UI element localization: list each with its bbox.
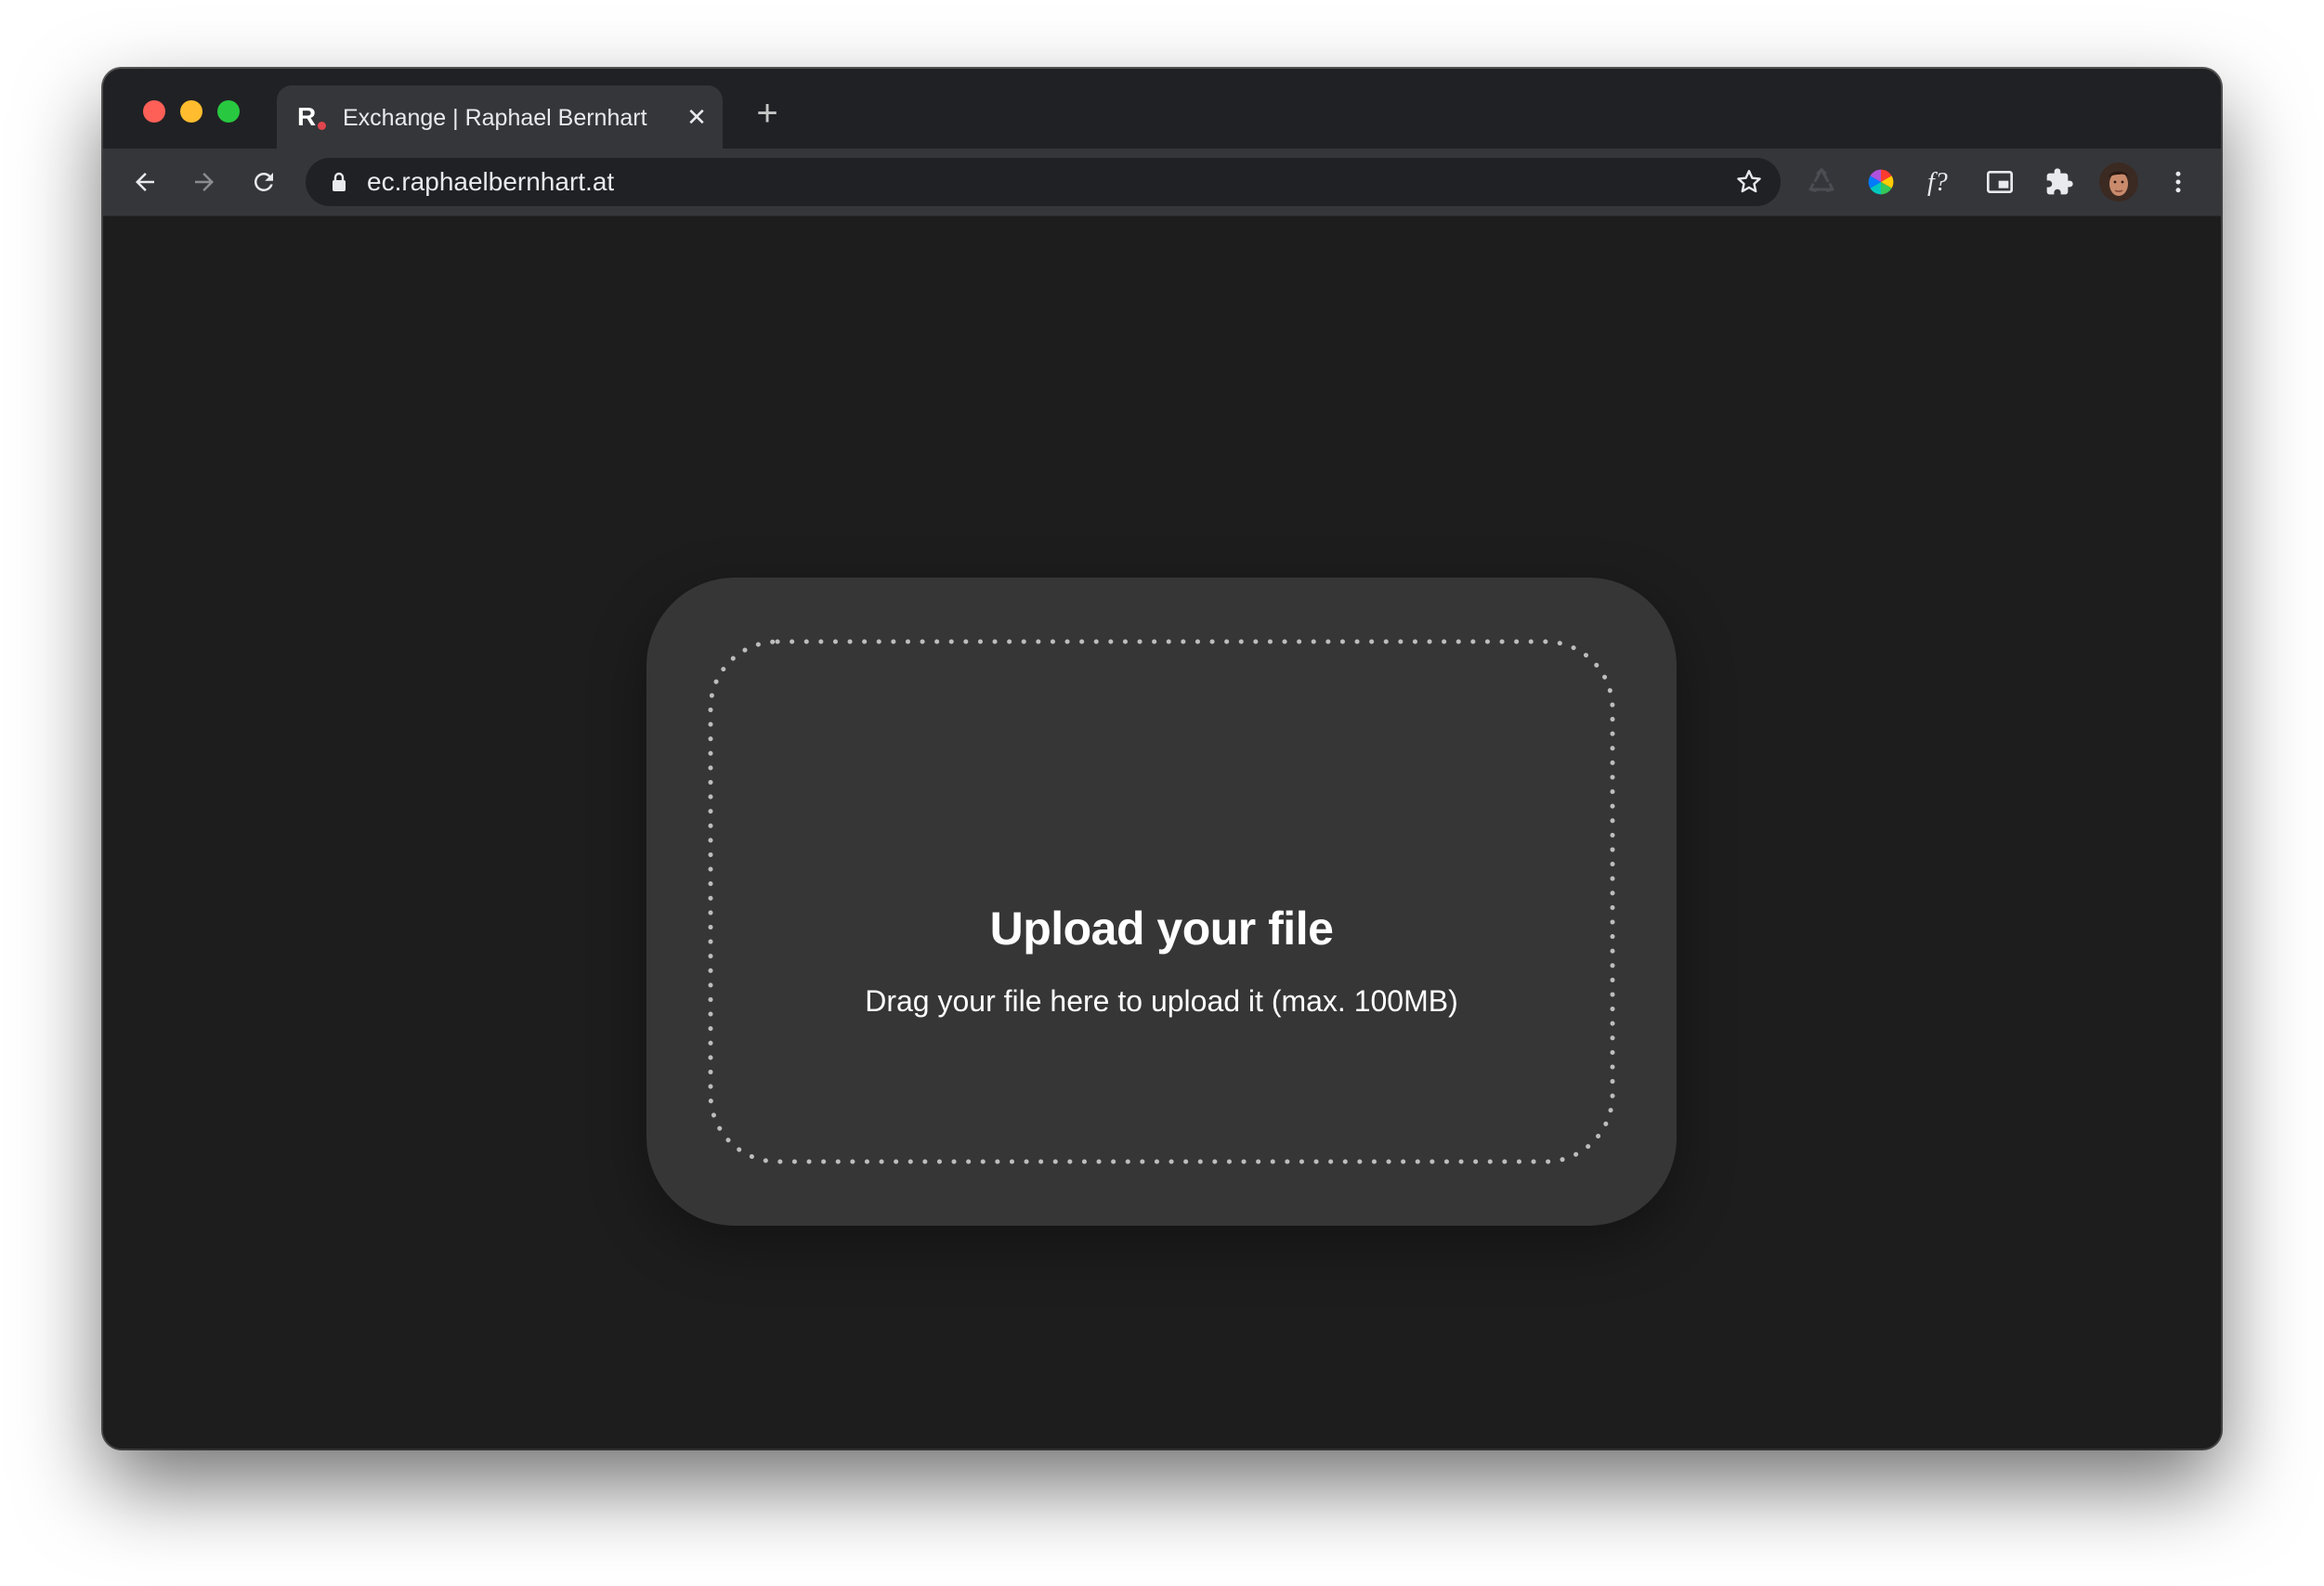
upload-card[interactable]: Upload your file Drag your file here to … xyxy=(646,578,1677,1226)
tab-title: Exchange | Raphael Bernhart xyxy=(343,105,647,131)
file-dropzone[interactable]: Upload your file Drag your file here to … xyxy=(708,639,1615,1164)
browser-menu-button[interactable] xyxy=(2156,160,2200,204)
puzzle-icon xyxy=(2046,168,2073,195)
favicon-dot xyxy=(318,122,326,130)
color-extension-button[interactable] xyxy=(1859,160,1903,204)
page-content: Upload your file Drag your file here to … xyxy=(103,216,2221,1449)
svg-text:f?: f? xyxy=(1927,168,1948,197)
address-bar[interactable]: ec.raphaelbernhart.at xyxy=(306,158,1781,206)
maximize-window-button[interactable] xyxy=(217,100,240,123)
font-extension-button[interactable]: f? xyxy=(1918,160,1963,204)
recycle-extension-button[interactable] xyxy=(1799,160,1844,204)
url-text[interactable]: ec.raphaelbernhart.at xyxy=(367,167,614,197)
font-question-icon: f? xyxy=(1927,168,1948,197)
tab-close-icon[interactable]: ✕ xyxy=(682,102,712,132)
browser-tab[interactable]: R Exchange | Raphael Bernhart ✕ xyxy=(277,85,723,149)
reload-button[interactable] xyxy=(242,160,286,204)
browser-toolbar: ec.raphaelbernhart.at f? xyxy=(103,149,2221,216)
recycle-icon xyxy=(1808,168,1834,192)
site-favicon-icon: R xyxy=(297,101,326,133)
back-button[interactable] xyxy=(123,160,167,204)
lock-icon[interactable] xyxy=(330,171,348,198)
profile-avatar xyxy=(2099,162,2138,202)
close-window-button[interactable] xyxy=(143,100,165,123)
minimize-window-button[interactable] xyxy=(180,100,202,123)
reload-icon xyxy=(254,172,273,191)
new-tab-button[interactable]: + xyxy=(749,95,786,134)
upload-subtitle: Drag your file here to upload it (max. 1… xyxy=(865,984,1458,1018)
color-wheel-icon xyxy=(1868,169,1894,195)
tab-strip: R Exchange | Raphael Bernhart ✕ + xyxy=(103,69,2221,149)
more-vert-icon xyxy=(2175,171,2181,193)
bookmark-star-icon[interactable] xyxy=(1734,167,1764,202)
arrow-right-icon xyxy=(195,173,214,191)
forward-button[interactable] xyxy=(182,160,227,204)
picture-in-picture-icon xyxy=(1987,171,2013,193)
upload-title: Upload your file xyxy=(989,903,1334,955)
pip-extension-button[interactable] xyxy=(1978,160,2022,204)
profile-button[interactable] xyxy=(2096,160,2141,204)
arrow-left-icon xyxy=(136,173,154,191)
browser-window: R Exchange | Raphael Bernhart ✕ + ec.rap… xyxy=(103,69,2221,1449)
favicon-letter: R xyxy=(297,102,317,131)
extensions-button[interactable] xyxy=(2037,160,2082,204)
